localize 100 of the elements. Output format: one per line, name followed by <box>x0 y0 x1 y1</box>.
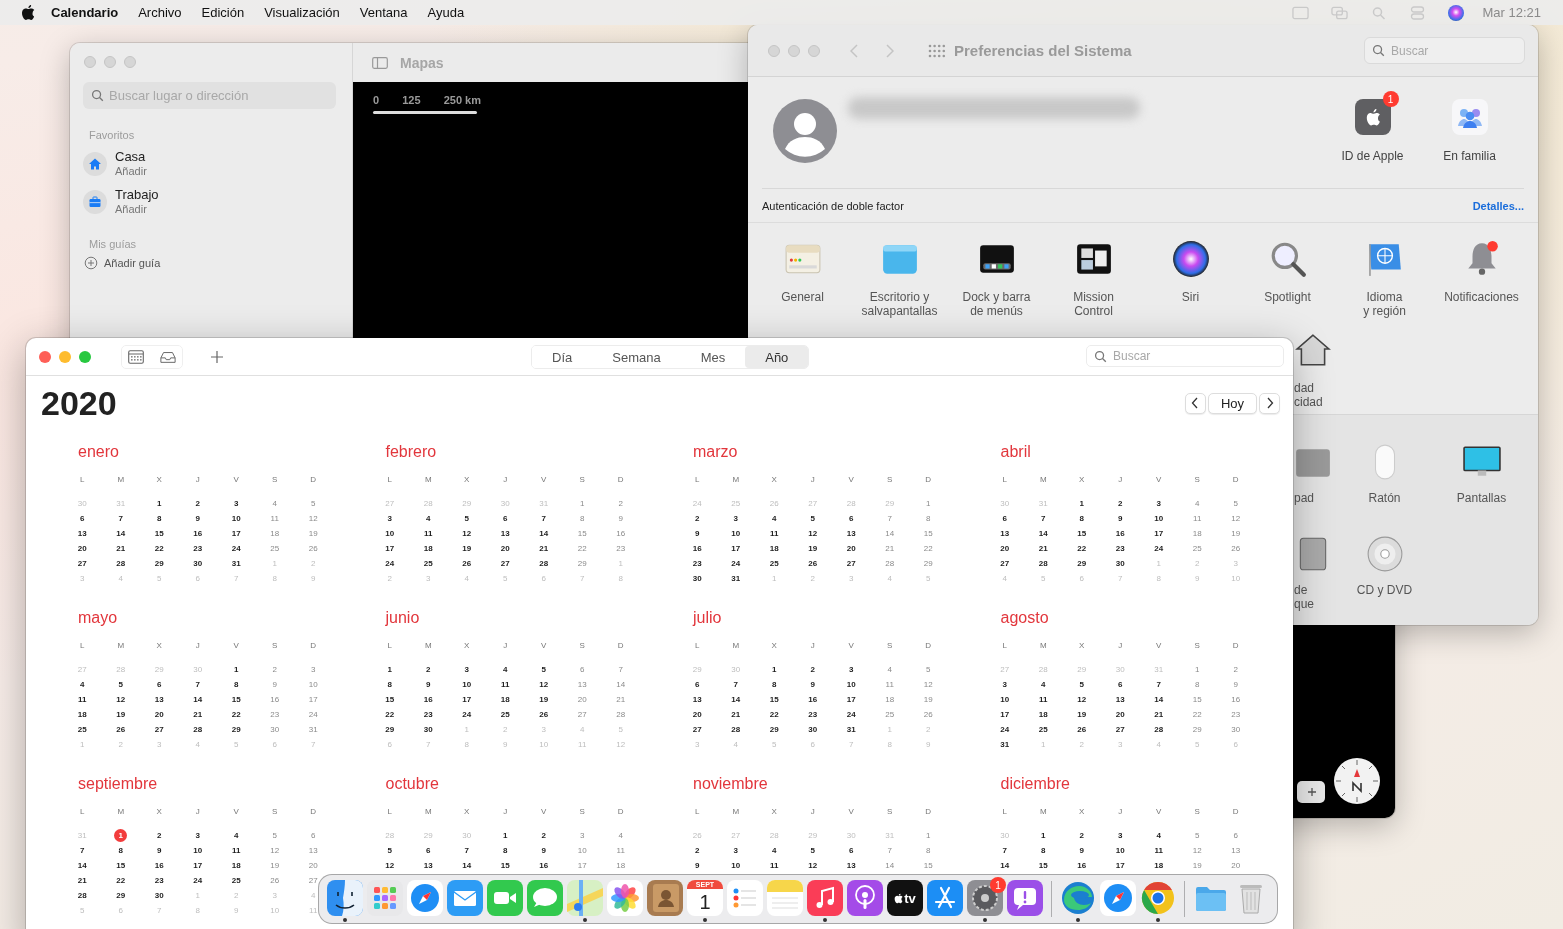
day-number[interactable]: 17 <box>462 694 472 705</box>
menu-item[interactable]: Archivo <box>138 5 182 20</box>
day-number[interactable]: 9 <box>1118 513 1123 524</box>
day-number[interactable]: 22 <box>231 709 241 720</box>
day-number[interactable]: 25 <box>77 724 87 735</box>
preference-pane[interactable]: dad cidad <box>1294 331 1336 414</box>
day-number[interactable]: 28 <box>539 558 549 569</box>
day-number[interactable]: 1 <box>926 830 931 841</box>
preference-pane[interactable]: Idioma y región <box>1336 223 1433 331</box>
day-number[interactable]: 3 <box>234 498 239 509</box>
preference-pane[interactable]: General <box>754 223 851 331</box>
day-number[interactable]: 2 <box>1118 498 1123 509</box>
orb-icon[interactable] <box>1448 4 1465 21</box>
day-number[interactable]: 18 <box>500 694 510 705</box>
browser-icon[interactable] <box>1140 880 1176 916</box>
day-number[interactable]: 25 <box>885 709 895 720</box>
day-number[interactable]: 28 <box>193 724 203 735</box>
day-number[interactable]: 29 <box>385 724 395 735</box>
house-icon[interactable] <box>83 152 107 176</box>
day-number[interactable]: 16 <box>270 694 280 705</box>
day-number[interactable]: 18 <box>270 528 280 539</box>
day-number[interactable]: 5 <box>541 664 546 675</box>
day-number[interactable]: 10 <box>731 528 741 539</box>
day-number[interactable]: 31 <box>731 573 741 584</box>
day-number[interactable]: 8 <box>1041 845 1046 856</box>
day-number[interactable]: 26 <box>539 709 549 720</box>
compass-icon[interactable] <box>1333 757 1381 805</box>
day-number[interactable]: 20 <box>1000 543 1010 554</box>
month-name[interactable]: marzo <box>678 443 948 461</box>
day-number[interactable]: 17 <box>193 860 203 871</box>
day-number[interactable]: 19 <box>270 860 280 871</box>
day-number[interactable]: 3 <box>195 830 200 841</box>
day-number[interactable]: 29 <box>116 890 126 901</box>
day-number[interactable]: 6 <box>849 513 854 524</box>
day-number[interactable]: 23 <box>616 543 626 554</box>
month-name[interactable]: mayo <box>63 609 333 627</box>
day-number[interactable]: 4 <box>1156 830 1161 841</box>
day-number[interactable]: 12 <box>116 694 126 705</box>
day-number[interactable]: 13 <box>77 528 87 539</box>
day-number[interactable]: 9 <box>1079 845 1084 856</box>
day-number[interactable]: 27 <box>500 558 510 569</box>
day-number[interactable]: 1 <box>157 498 162 509</box>
day-number[interactable]: 28 <box>77 890 87 901</box>
day-number[interactable]: 21 <box>539 543 549 554</box>
day-number[interactable]: 14 <box>193 694 203 705</box>
day-number[interactable]: 20 <box>308 860 318 871</box>
day-number[interactable]: 14 <box>1038 528 1048 539</box>
day-number[interactable]: 4 <box>618 830 623 841</box>
day-number[interactable]: 24 <box>846 709 856 720</box>
day-number[interactable]: 6 <box>426 845 431 856</box>
day-number[interactable]: 17 <box>731 543 741 554</box>
day-number[interactable]: 9 <box>618 513 623 524</box>
day-number[interactable]: 2 <box>541 830 546 841</box>
day-number[interactable]: 30 <box>808 724 818 735</box>
day-number[interactable]: 15 <box>116 860 126 871</box>
day-number[interactable]: 8 <box>580 513 585 524</box>
day-number[interactable]: 18 <box>423 543 433 554</box>
day-number[interactable]: 10 <box>577 845 587 856</box>
preference-pane[interactable]: pad <box>1294 415 1336 507</box>
day-number[interactable]: 15 <box>1038 860 1048 871</box>
day-number[interactable]: 14 <box>731 694 741 705</box>
face-icon[interactable] <box>327 880 363 916</box>
preference-pane[interactable]: Spotlight <box>1239 223 1336 331</box>
day-number[interactable]: 20 <box>1115 709 1125 720</box>
store-icon[interactable] <box>927 880 963 916</box>
today-button[interactable]: Hoy <box>1207 392 1257 414</box>
day-number[interactable]: 17 <box>1000 709 1010 720</box>
month-name[interactable]: junio <box>370 609 641 627</box>
apple-logo-icon[interactable] <box>21 4 35 21</box>
day-number[interactable]: 11 <box>1039 694 1048 705</box>
day-number[interactable]: 17 <box>385 543 395 554</box>
day-number[interactable]: 13 <box>500 528 510 539</box>
day-number[interactable]: 4 <box>234 830 239 841</box>
day-number[interactable]: 22 <box>154 543 164 554</box>
day-number[interactable]: 26 <box>462 558 472 569</box>
day-number[interactable]: 12 <box>308 513 318 524</box>
day-number[interactable]: 19 <box>1077 709 1087 720</box>
day-number[interactable]: 20 <box>154 709 164 720</box>
day-number[interactable]: 25 <box>423 558 433 569</box>
day-number[interactable]: 14 <box>1000 860 1010 871</box>
day-number[interactable]: 27 <box>846 558 856 569</box>
day-number[interactable]: 29 <box>231 724 241 735</box>
day-number[interactable]: 3 <box>464 664 469 675</box>
day-number[interactable]: 8 <box>503 845 508 856</box>
day-number[interactable]: 20 <box>577 694 587 705</box>
day-number[interactable]: 10 <box>1154 513 1164 524</box>
day-number[interactable]: 3 <box>1002 679 1007 690</box>
day-number[interactable]: 19 <box>116 709 126 720</box>
day-number[interactable]: 18 <box>885 694 895 705</box>
day-number[interactable]: 11 <box>1193 513 1202 524</box>
day-number[interactable]: 30 <box>154 890 164 901</box>
day-number[interactable]: 13 <box>154 694 164 705</box>
day-number[interactable]: 10 <box>1000 694 1010 705</box>
day-number[interactable]: 2 <box>157 830 162 841</box>
day-number[interactable]: 13 <box>1000 528 1010 539</box>
day-number[interactable]: 5 <box>272 830 277 841</box>
day-number[interactable]: 2 <box>1233 664 1238 675</box>
day-number[interactable]: 1 <box>926 498 931 509</box>
day-number[interactable]: 17 <box>1154 528 1164 539</box>
day-number[interactable]: 7 <box>887 513 892 524</box>
